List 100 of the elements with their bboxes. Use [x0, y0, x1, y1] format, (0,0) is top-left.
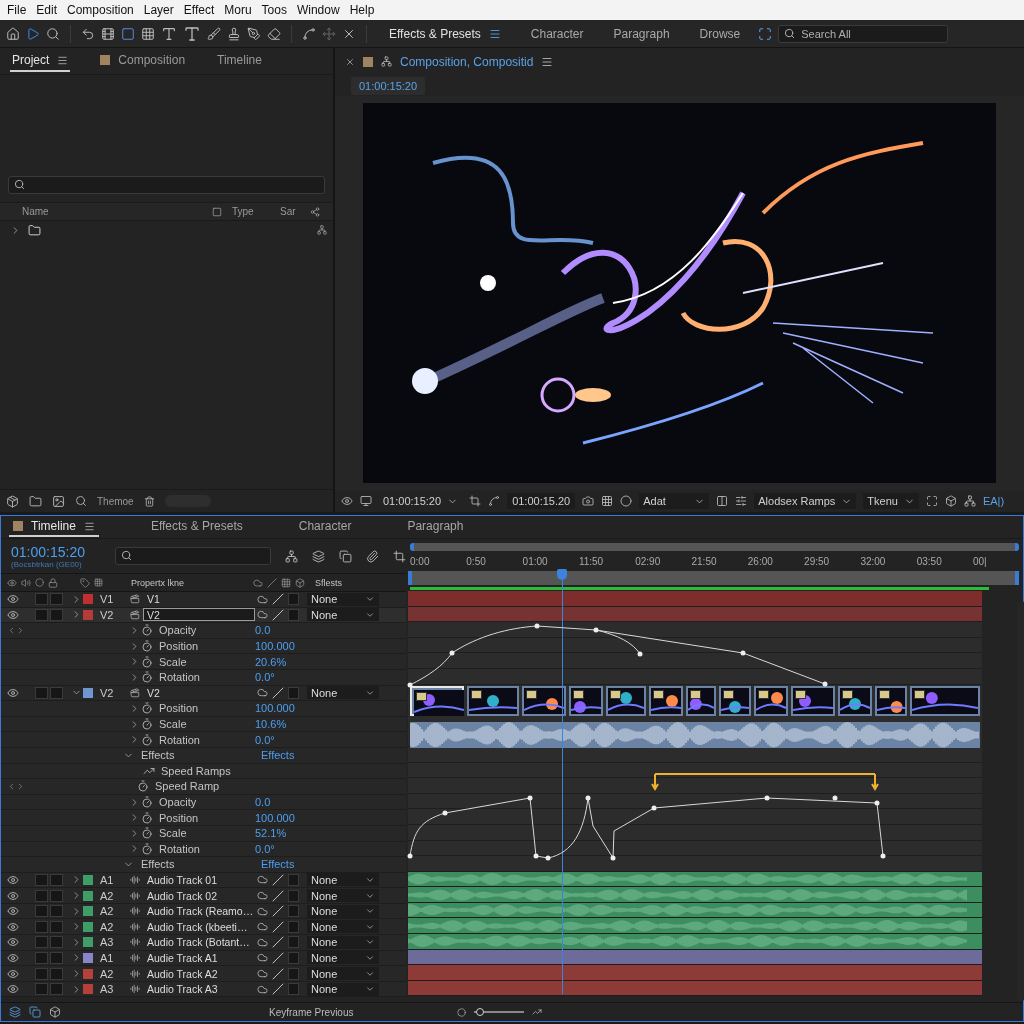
property-value[interactable]: 0.0° [255, 671, 275, 684]
viewer-dropdown[interactable]: Alodsex Ramps [754, 493, 857, 509]
layer-name[interactable]: Audio Track (Reamo… [143, 904, 255, 918]
property-name: Opacity [159, 624, 198, 637]
property-value[interactable]: 0.0° [255, 733, 275, 746]
viewer-dropdown[interactable]: 01:00:15:20 [379, 493, 463, 509]
menu-item[interactable]: Toos [256, 3, 292, 17]
layer-name[interactable]: Audio Track A2 [143, 967, 255, 981]
timecode[interactable]: 01:00:15:20 [351, 76, 426, 95]
layer-name[interactable]: V1 [143, 592, 255, 606]
menu-item[interactable]: File [2, 3, 32, 17]
effect-name: Speed Ramps [161, 764, 232, 777]
blend-mode-dropdown[interactable]: None [307, 873, 379, 887]
track-label: V2 [99, 686, 115, 699]
track-label: A2 [99, 920, 115, 933]
panel-tab[interactable]: Timeline [215, 50, 264, 72]
column-header[interactable]: Propertx lkne [131, 577, 249, 588]
ruler-label: 02:90 [635, 555, 662, 567]
blend-mode-dropdown[interactable]: None [307, 982, 379, 996]
panel-tab[interactable]: Timeline [9, 517, 99, 537]
menu-item[interactable]: Moru [219, 3, 257, 17]
group-value[interactable]: Effects [261, 858, 295, 871]
menu-item[interactable]: Composition [62, 3, 139, 17]
viewer-dropdown[interactable]: Tkenu [863, 493, 919, 509]
blend-mode-dropdown[interactable]: None [307, 904, 379, 918]
workspace-tab[interactable]: Paragraph [601, 26, 682, 41]
workspace-tab[interactable]: Effects & Presets [377, 26, 513, 41]
group-name: Effects [141, 858, 176, 871]
ruler-label: 29:50 [804, 555, 831, 567]
workspace-tab[interactable]: Drowse [687, 26, 753, 41]
frame-info: (Bocsbtrkan (GE00) [11, 559, 83, 569]
column-header[interactable]: Sflests [315, 577, 375, 588]
property-value[interactable]: 100.000 [255, 811, 295, 824]
group-name: Effects [141, 749, 176, 762]
property-name: Rotation [159, 733, 201, 746]
property-value[interactable]: 0.0 [255, 624, 271, 637]
workspace-tab[interactable]: Character [518, 26, 596, 41]
property-name: Scale [159, 655, 188, 668]
layer-name[interactable]: Audio Track (kbeeti… [143, 920, 255, 934]
layer-name[interactable]: V2 [143, 686, 255, 700]
property-value[interactable]: 10.6% [255, 718, 287, 731]
layer-name[interactable]: Audie Track A1 [143, 951, 255, 965]
blend-mode-dropdown[interactable]: None [307, 608, 379, 622]
panel-tab[interactable]: Composition [98, 50, 188, 72]
menu-item[interactable]: Window [291, 3, 345, 17]
menu-item[interactable]: Effect [178, 3, 220, 17]
ruler-label: 26:00 [747, 555, 774, 567]
layer-name[interactable]: Audio Track 01 [143, 873, 255, 887]
panel-tab[interactable]: Project [10, 50, 71, 72]
footer-label: Keyframe Previous [269, 1006, 355, 1018]
column-header[interactable]: Type [232, 206, 280, 217]
property-value[interactable]: 0.0 [255, 796, 271, 808]
viewer-dropdown[interactable]: Adat [639, 493, 710, 509]
property-value[interactable]: 20.6% [255, 655, 287, 668]
blend-mode-dropdown[interactable]: None [307, 967, 379, 981]
menu-item[interactable]: Edit [31, 3, 63, 17]
layer-name[interactable]: Audio Track 02 [143, 889, 255, 903]
blend-mode-dropdown[interactable]: None [307, 686, 379, 700]
track-label: V1 [99, 593, 115, 606]
menu-item[interactable]: Help [344, 3, 380, 17]
blend-mode-dropdown[interactable]: None [307, 951, 379, 965]
ruler-label: 32:00 [860, 555, 887, 567]
blend-mode-dropdown[interactable]: None [307, 592, 379, 606]
track-label: V2 [99, 608, 115, 621]
layer-name[interactable]: Audio Track A3 [143, 982, 255, 996]
property-value[interactable]: 0.0° [255, 842, 275, 855]
viewer-link[interactable]: EA|) [982, 495, 1005, 507]
menu-item[interactable]: Layer [138, 3, 179, 17]
blend-mode-dropdown[interactable]: None [307, 920, 379, 934]
track-label: A2 [99, 905, 115, 918]
property-name: Position [159, 702, 200, 715]
property-name: Position [159, 640, 200, 653]
property-value[interactable]: 100.000 [255, 640, 295, 653]
column-header[interactable]: Sar [280, 206, 310, 217]
ruler-label: 0:50 [466, 555, 487, 567]
timecode[interactable]: 01:00:15:20 [11, 543, 101, 560]
track-label: A3 [99, 983, 115, 996]
property-name: Scale [159, 827, 188, 840]
panel-tab[interactable]: Paragraph [403, 517, 468, 537]
property-name: Speed Ramp [155, 780, 221, 793]
property-name: Rotation [159, 671, 201, 684]
property-value[interactable]: 100.000 [255, 702, 295, 715]
property-name: Opacity [159, 796, 198, 808]
search-field[interactable]: Search All [778, 24, 949, 43]
blend-mode-dropdown[interactable]: None [307, 889, 379, 903]
layer-name-field[interactable]: V2 [143, 608, 255, 622]
panel-tab[interactable]: Effects & Presets [146, 517, 247, 537]
track-label: A2 [99, 889, 115, 902]
column-header[interactable]: Name [22, 206, 212, 217]
ruler-label: 03:50 [916, 555, 943, 567]
property-value[interactable]: 52.1% [255, 827, 287, 840]
panel-tab[interactable]: Character [294, 517, 356, 537]
ruler-label: 21:50 [691, 555, 718, 567]
layer-name[interactable]: Audio Track (Botant… [143, 935, 255, 949]
property-name: Position [159, 811, 200, 824]
group-value[interactable]: Effects [261, 749, 295, 762]
track-label: A3 [99, 936, 115, 949]
track-label: A1 [99, 874, 115, 886]
blend-mode-dropdown[interactable]: None [307, 935, 379, 949]
composition-tab[interactable]: Composition, Compositid [400, 54, 534, 69]
